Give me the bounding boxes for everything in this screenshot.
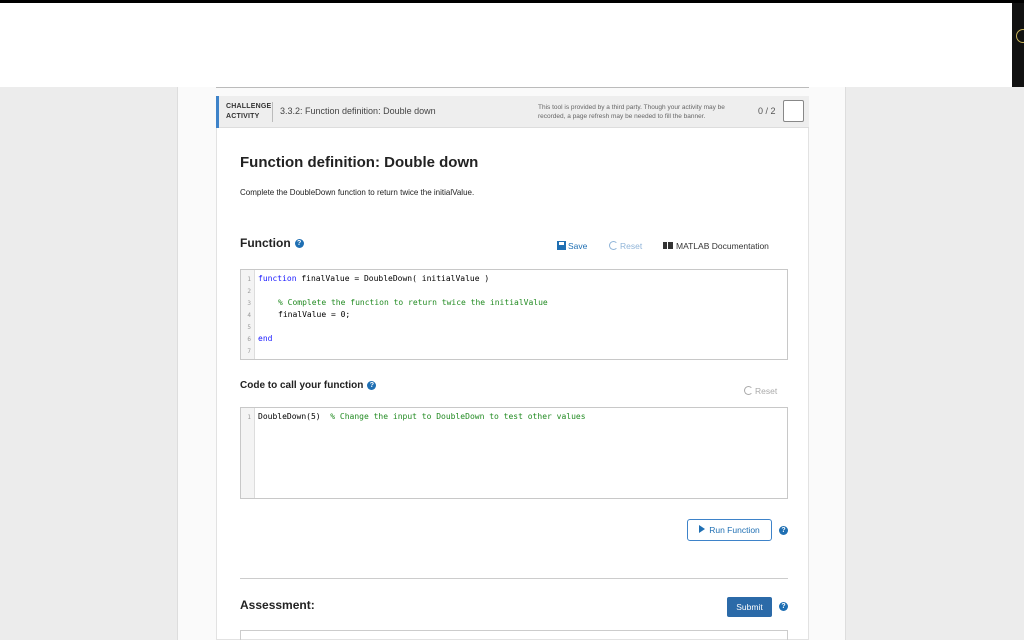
activity-separator [272, 102, 273, 122]
run-help-icon[interactable]: ? [779, 526, 788, 535]
call-statement: DoubleDown(5) [258, 412, 321, 421]
page-divider [216, 87, 809, 88]
line-number: 5 [247, 324, 251, 331]
call-label-text: Code to call your function [240, 380, 364, 391]
book-icon [663, 242, 673, 249]
submit-button[interactable]: Submit [727, 597, 772, 617]
reset-icon [609, 241, 618, 250]
reset-icon [744, 386, 753, 395]
browser-top-area [0, 3, 1012, 87]
line-number: 6 [247, 336, 251, 343]
call-editor-gutter: 1 [241, 408, 255, 498]
activity-card [216, 96, 809, 640]
code-line-4: finalValue = 0; [278, 310, 351, 319]
function-signature: finalValue = DoubleDown( initialValue ) [296, 274, 490, 283]
completion-box-icon [783, 100, 804, 122]
reset-label: Reset [620, 241, 643, 251]
save-label: Save [568, 241, 588, 251]
keyword-function: function [258, 274, 297, 283]
activity-type-line1: CHALLENGE [226, 103, 272, 110]
assessment-results-box [240, 630, 788, 640]
save-button[interactable]: Save [557, 241, 587, 251]
call-help-icon[interactable]: ? [367, 380, 377, 390]
reset-call-label: Reset [755, 386, 778, 396]
line-number: 3 [247, 300, 251, 307]
call-comment: % Change the input to DoubleDown to test… [330, 412, 586, 421]
side-strip [1012, 3, 1024, 87]
line-number: 7 [247, 348, 251, 355]
assessment-label: Assessment: [240, 598, 315, 612]
function-code-editor[interactable]: 1 2 3 4 5 6 7 function finalValue = Doub… [240, 269, 788, 360]
call-code-editor[interactable]: 1 DoubleDown(5) % Change the input to Do… [240, 407, 788, 499]
function-help-icon[interactable]: ? [294, 239, 304, 249]
line-number: 2 [247, 288, 251, 295]
line-number: 1 [247, 276, 251, 283]
run-function-button[interactable]: Run Function [687, 519, 772, 541]
doc-label: MATLAB Documentation [676, 241, 769, 251]
line-number: 4 [247, 312, 251, 319]
function-editor-gutter: 1 2 3 4 5 6 7 [241, 270, 255, 359]
play-icon [699, 525, 706, 533]
reset-call-button[interactable]: Reset [744, 386, 777, 396]
code-line-1: function finalValue = DoubleDown( initia… [258, 274, 489, 283]
code-line-3-comment: % Complete the function to return twice … [278, 298, 548, 307]
third-party-notice: This tool is provided by a third party. … [538, 104, 725, 120]
call-section-label: Code to call your function? [240, 380, 377, 391]
activity-title: 3.3.2: Function definition: Double down [280, 106, 436, 116]
submit-help-icon[interactable]: ? [779, 602, 788, 611]
section-divider [240, 578, 788, 579]
activity-progress: 0 / 2 [758, 106, 776, 116]
activity-type: CHALLENGE ACTIVITY [226, 102, 276, 122]
call-code-line-1: DoubleDown(5) % Change the input to Doub… [258, 412, 586, 421]
matlab-documentation-link[interactable]: MATLAB Documentation [663, 241, 769, 251]
save-icon [557, 241, 566, 250]
instructions: Complete the DoubleDown function to retu… [240, 188, 475, 197]
function-label-text: Function [240, 236, 291, 250]
code-line-6-end: end [258, 334, 273, 343]
activity-header: CHALLENGE ACTIVITY 3.3.2: Function defin… [216, 96, 809, 128]
activity-accent-bar [216, 96, 219, 128]
activity-type-line2: ACTIVITY [226, 113, 260, 120]
page-title: Function definition: Double down [240, 154, 479, 171]
circle-icon[interactable] [1016, 29, 1024, 43]
line-number: 1 [247, 414, 251, 421]
reset-function-button[interactable]: Reset [609, 241, 642, 251]
run-label: Run Function [709, 525, 760, 535]
function-section-label: Function? [240, 236, 304, 250]
